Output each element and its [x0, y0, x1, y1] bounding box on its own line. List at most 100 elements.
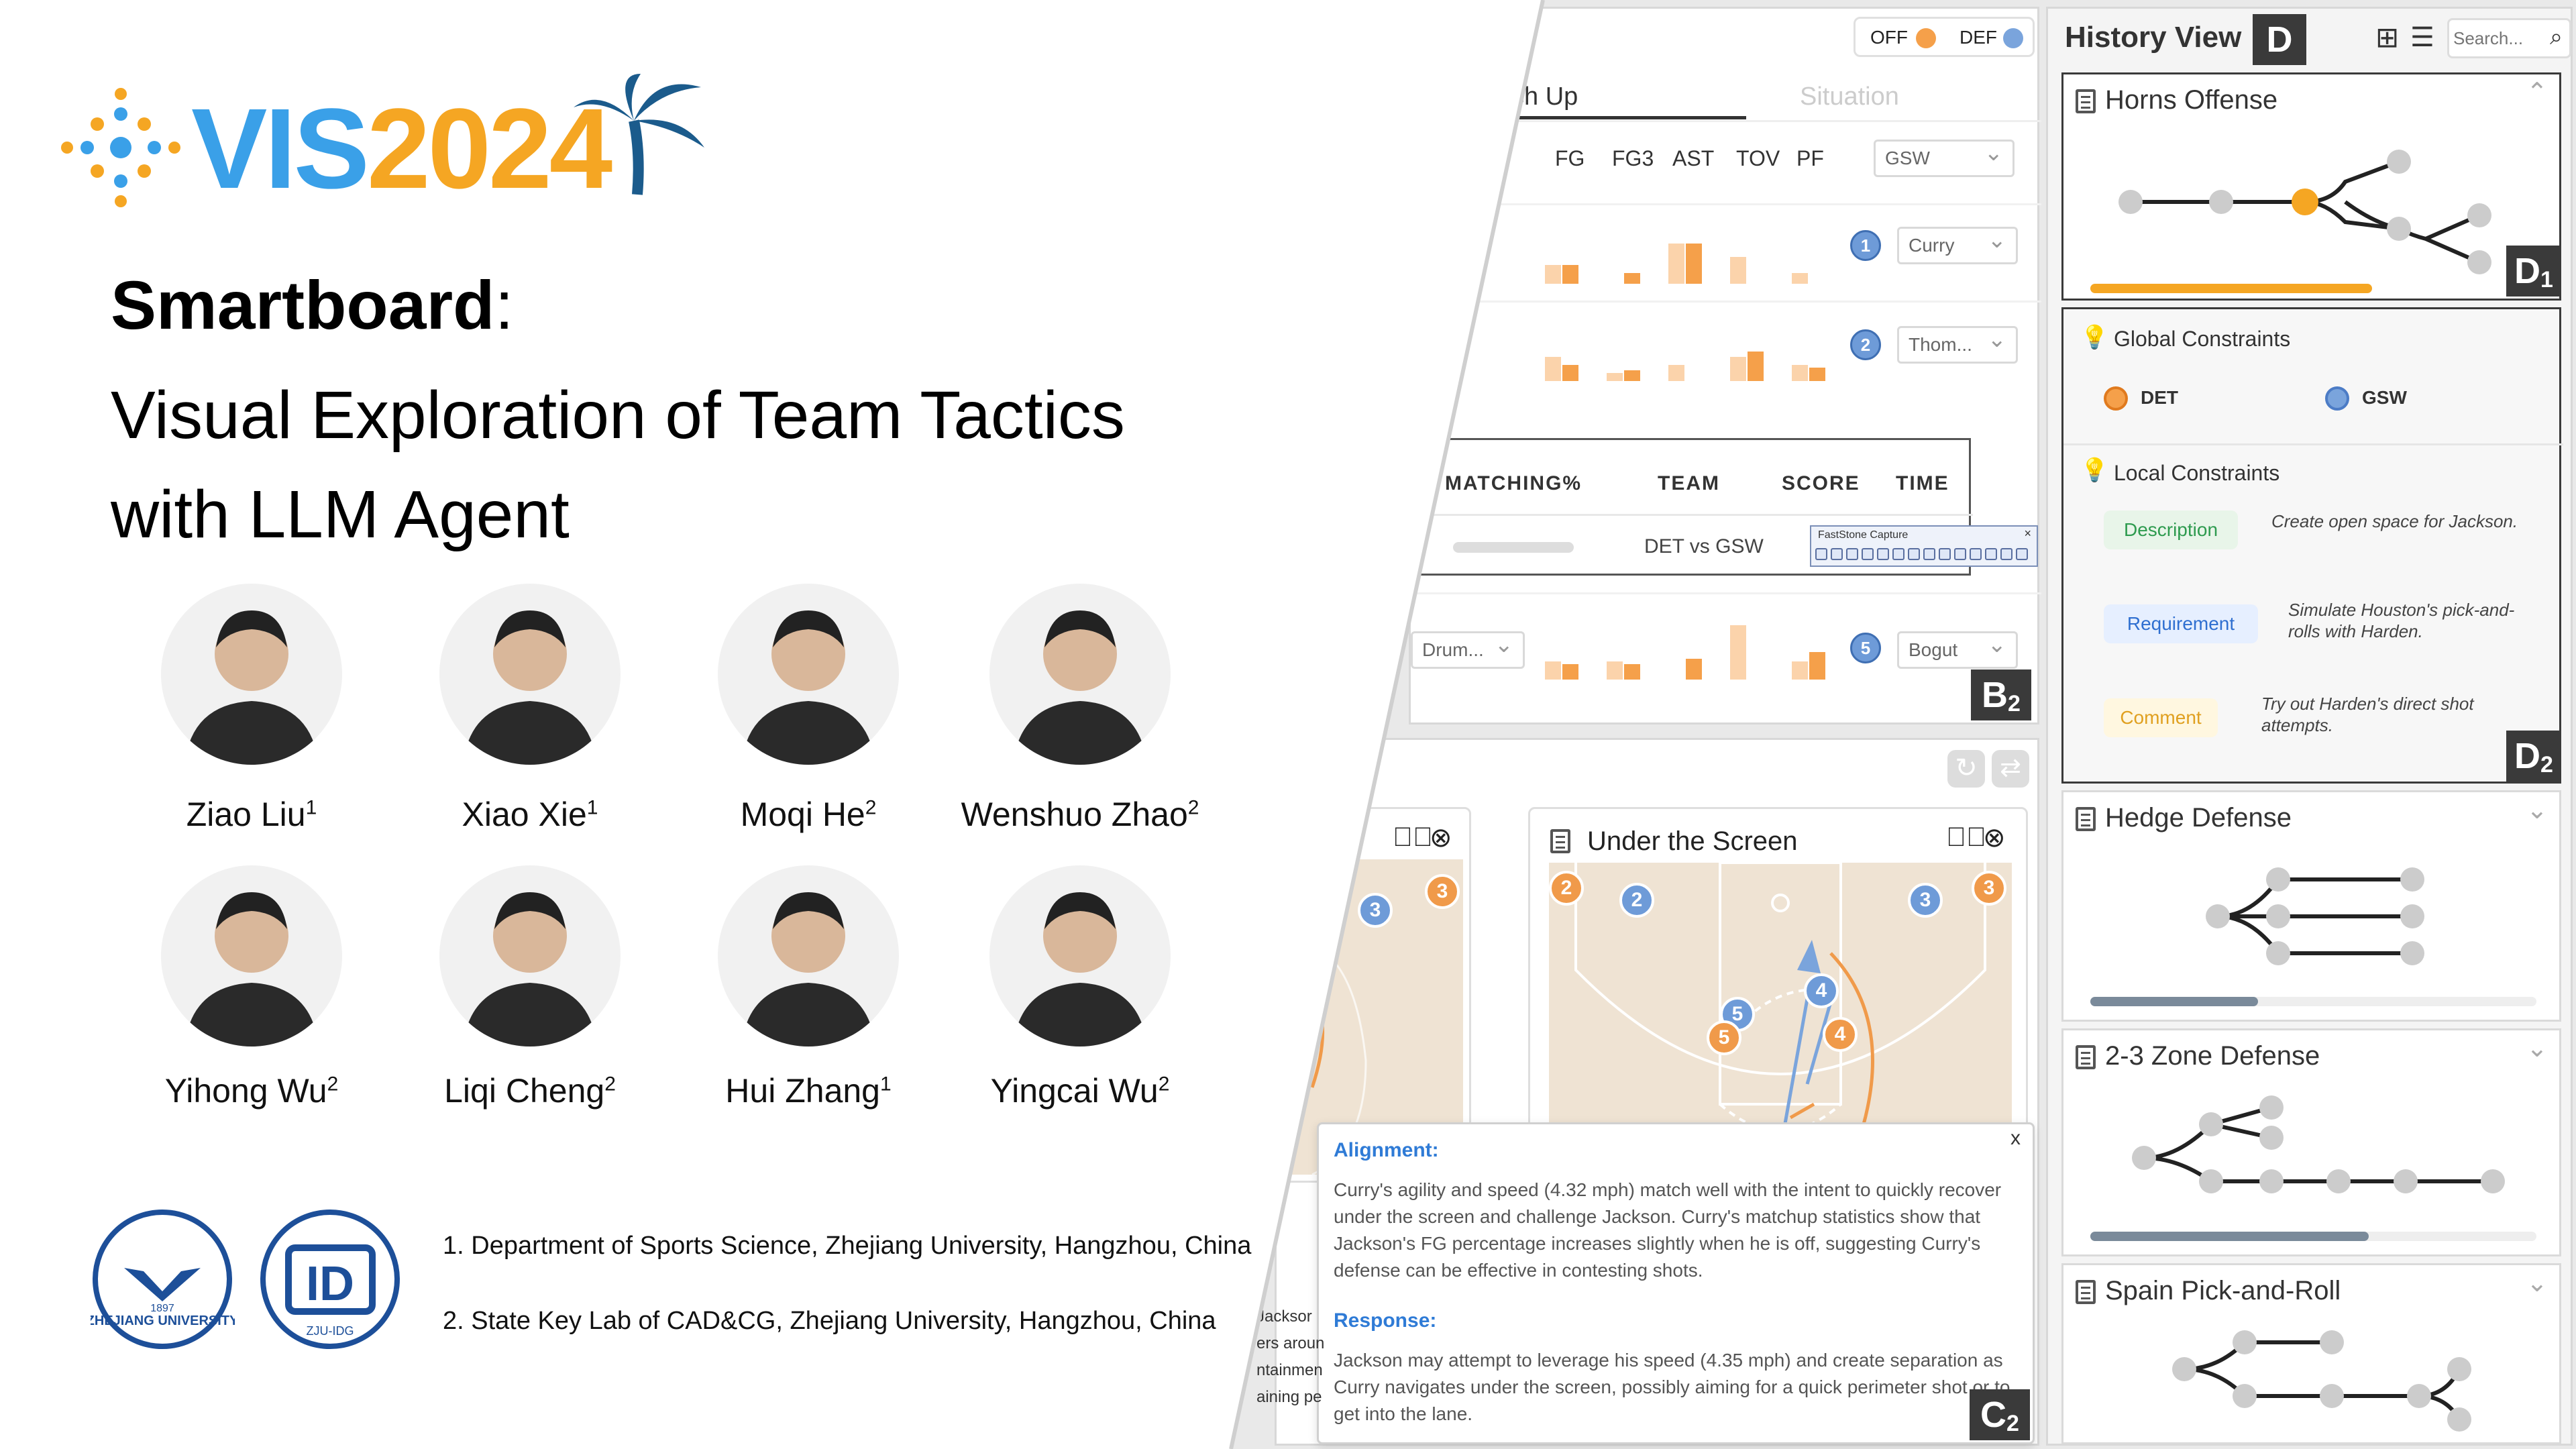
player-number-5: 5	[1850, 633, 1881, 663]
popup-divider	[1413, 514, 1973, 516]
stat-bar	[1624, 273, 1640, 284]
stat-bar	[1686, 244, 1702, 284]
stat-bar	[1545, 265, 1561, 284]
faststone-tool-icon[interactable]	[1846, 548, 1858, 560]
player-select-1[interactable]: Curry	[1897, 223, 2018, 264]
history-card-zone-defense[interactable]: 2-3 Zone Defense ⌄	[2061, 1028, 2561, 1256]
faststone-tool-icon[interactable]	[1923, 548, 1935, 560]
faststone-tool-icon[interactable]	[2016, 548, 2028, 560]
player-select-2[interactable]: Thom...	[1897, 323, 2018, 364]
constraint-text-requirement: Simulate Houston's pick-and-rolls with H…	[2288, 600, 2515, 641]
faststone-tool-icon[interactable]	[1877, 548, 1889, 560]
card-doc-icon	[2076, 807, 2096, 831]
faststone-tool-icon[interactable]	[1954, 548, 1966, 560]
defender-select-5[interactable]: Drum...	[1411, 628, 1525, 669]
off-label: OFF	[1870, 27, 1908, 48]
player-number-1: 1	[1850, 230, 1881, 261]
confirm-icon[interactable]: ✓⃝	[1946, 822, 1986, 853]
col-ast: AST	[1672, 146, 1715, 170]
history-view-title: History View	[2065, 21, 2242, 54]
active-tab-underline	[1511, 116, 1746, 119]
author-name: Yihong Wu2	[164, 1072, 339, 1110]
popup-col-matching: MATCHING%	[1445, 472, 1582, 494]
tactic-left-snippet: Jacksor ers aroun ntainmen aining pe	[1256, 1307, 1325, 1406]
stat-bar	[1545, 661, 1561, 680]
swap-icon[interactable]: ⇄	[1992, 750, 2029, 788]
sort-icon[interactable]: ☰	[2410, 22, 2434, 53]
stat-bar	[1562, 664, 1578, 680]
faststone-tool-icon[interactable]	[1970, 548, 1982, 560]
faststone-tool-icon[interactable]	[1908, 548, 1920, 560]
author-name: Liqi Cheng2	[444, 1072, 616, 1110]
attacker-4[interactable]: 4	[1823, 1017, 1858, 1052]
faststone-tool-icon[interactable]	[1862, 548, 1874, 560]
defender-4[interactable]: 4	[1804, 973, 1839, 1008]
author-name: Yingcai Wu2	[990, 1072, 1170, 1110]
defender-3[interactable]: 3	[1908, 883, 1943, 918]
attacker-5[interactable]: 5	[1707, 1020, 1741, 1055]
search-input[interactable]	[2453, 24, 2540, 52]
view-tag-d: D	[2253, 14, 2306, 65]
defender-2[interactable]: 2	[1619, 883, 1654, 918]
search-box[interactable]: ⌕	[2447, 18, 2571, 58]
refresh-icon[interactable]: ↻	[1947, 750, 1985, 788]
stat-bar	[1748, 352, 1764, 381]
confirm-icon[interactable]: ✓⃝	[1393, 822, 1433, 853]
expand-icon[interactable]: ⌄	[2526, 795, 2548, 825]
tactic-card-title: Under the Screen	[1587, 826, 1798, 856]
faststone-tool-icon[interactable]	[1892, 548, 1904, 560]
faststone-tool-icon[interactable]	[1985, 548, 1997, 560]
faststone-tool-icon[interactable]	[1939, 548, 1951, 560]
off-dot	[1916, 28, 1936, 48]
author-photo	[439, 584, 621, 765]
collapse-icon[interactable]: ⌃	[2526, 77, 2548, 107]
view-tag-d2: D2	[2506, 731, 2561, 782]
close-explanation-icon[interactable]: x	[2010, 1127, 2021, 1150]
player-select-5[interactable]: Bogut	[1897, 628, 2018, 669]
history-card-spain-pick-and-roll[interactable]: Spain Pick-and-Roll ⌄	[2061, 1263, 2561, 1444]
svg-text:ZHEJIANG UNIVERSITY: ZHEJIANG UNIVERSITY	[91, 1313, 235, 1328]
faststone-toolbar[interactable]: FastStone Capture ×	[1810, 525, 2038, 567]
history-card-horns-offense[interactable]: Horns Offense ⌃ D1	[2061, 72, 2561, 301]
bulb-icon: 💡	[2080, 325, 2109, 350]
off-def-legend: OFF DEF	[1854, 17, 2035, 57]
reject-icon[interactable]: ⊗	[1983, 822, 2006, 853]
tree-horns-offense	[2118, 150, 2491, 274]
faststone-tool-icon[interactable]	[1815, 548, 1827, 560]
team-a-label: DET	[2141, 387, 2178, 408]
stat-bar	[1730, 257, 1746, 284]
vis2024-logo: VIS2024	[191, 85, 612, 213]
team-a-dot	[2104, 386, 2128, 411]
team-select[interactable]: GSW	[1874, 136, 2015, 177]
attacker-3[interactable]: 3	[1972, 871, 2006, 906]
author-photo	[161, 865, 342, 1046]
faststone-close-icon[interactable]: ×	[2024, 527, 2031, 541]
card-doc-icon	[2076, 1280, 2096, 1304]
progress-hedge-defense	[2090, 997, 2258, 1006]
history-view-panel: History View D ⊞ ☰ ⌕ Horns Offense ⌃ D1 …	[2046, 7, 2573, 1446]
constraints-divider	[2063, 443, 2563, 445]
stat-bar	[1607, 661, 1623, 680]
search-icon[interactable]: ⌕	[2550, 24, 2563, 50]
progress-horns-offense	[2090, 284, 2372, 293]
reject-icon[interactable]: ⊗	[1430, 822, 1452, 853]
expand-icon[interactable]: ⌄	[2526, 1268, 2548, 1298]
col-pf: PF	[1796, 146, 1824, 170]
expand-icon[interactable]: ⌄	[2526, 1033, 2548, 1063]
stat-bar	[1668, 365, 1684, 381]
def-label: DEF	[1960, 27, 1997, 48]
tab-situation[interactable]: Situation	[1800, 83, 1899, 111]
zju-idg-logo: ID ZJU-IDG	[260, 1210, 400, 1349]
matching-bar	[1453, 542, 1574, 553]
attacker-2[interactable]: 2	[1549, 871, 1584, 906]
add-icon[interactable]: ⊞	[2375, 21, 2399, 54]
faststone-tool-icon[interactable]	[2000, 548, 2012, 560]
stat-bar	[1730, 357, 1746, 381]
author-photo	[989, 584, 1171, 765]
poster-subtitle: Visual Exploration of Team Tactics with L…	[111, 378, 1125, 552]
faststone-title: FastStone Capture	[1818, 529, 1909, 541]
tree-spain-pick-and-roll	[2172, 1330, 2471, 1432]
faststone-tool-icon[interactable]	[1831, 548, 1843, 560]
history-card-hedge-defense[interactable]: Hedge Defense ⌄	[2061, 790, 2561, 1022]
svg-text:ZJU-IDG: ZJU-IDG	[307, 1324, 354, 1338]
